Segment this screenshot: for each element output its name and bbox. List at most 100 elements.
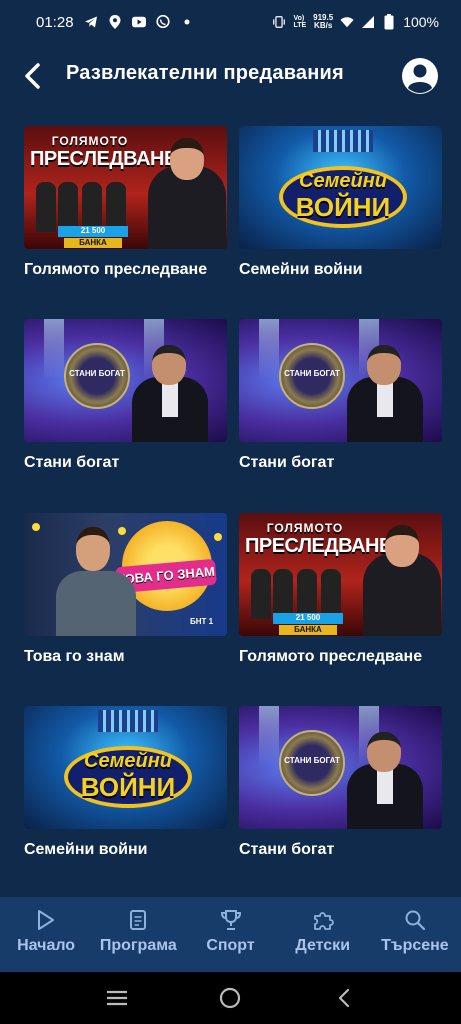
chevron-left-icon (339, 988, 350, 1008)
page-title: Развлекателни предавания (66, 62, 344, 84)
show-card[interactable]: СТАНИ БОГАТ Стани богат (24, 319, 227, 472)
show-title: Това го знам (24, 648, 125, 665)
location-icon (108, 15, 122, 29)
show-card[interactable]: Семейни ВОЙНИ Семейни войни (24, 706, 227, 859)
host-head (367, 732, 401, 772)
nav-item-search[interactable]: Търсене (369, 897, 461, 972)
logo-line-1: Семейни (84, 750, 172, 772)
stage-light (259, 319, 279, 379)
channel-logo: БНТ 1 (190, 617, 214, 626)
show-card[interactable]: ГОЛЯМОТО ПРЕСЛЕДВАНЕ 21 500 БАНКА Голямо… (239, 513, 442, 666)
score-board: 21 500 (58, 226, 128, 237)
system-back-button[interactable] (329, 983, 359, 1013)
decor-light (214, 533, 222, 541)
logo-line-1: Семейни (299, 170, 387, 192)
status-time: 01:28 (36, 13, 74, 31)
show-title: Семейни войни (239, 261, 363, 278)
viber-icon (155, 15, 170, 29)
bank-board: БАНКА (279, 625, 337, 635)
show-card[interactable]: Семейни ВОЙНИ Семейни войни (239, 126, 442, 279)
bottom-navigation: Начало Програма Спорт Детски Търсене (0, 897, 461, 972)
telegram-icon (84, 15, 98, 29)
show-card[interactable]: ТОВА ГО ЗНАМ БНТ 1 Това го знам (24, 513, 227, 666)
battery-percent: 100% (403, 14, 439, 30)
volte-indicator: Vo) LTE (293, 15, 307, 29)
search-icon (404, 909, 426, 931)
show-thumbnail: Семейни ВОЙНИ (239, 126, 442, 249)
show-logo: ГОЛЯМОТО ПРЕСЛЕДВАНЕ (245, 521, 392, 557)
menu-lines-icon (106, 990, 127, 1006)
back-arrow-icon (25, 63, 40, 89)
schedule-icon (127, 909, 149, 931)
show-thumbnail: ГОЛЯМОТО ПРЕСЛЕДВАНЕ 21 500 БАНКА (24, 126, 227, 249)
app-header: Развлекателни предавания (0, 44, 461, 108)
show-title: Стани богат (24, 454, 120, 471)
nav-label: Спорт (206, 937, 255, 954)
logo-line-2: ВОЙНИ (295, 192, 391, 222)
recent-apps-button[interactable] (102, 983, 132, 1013)
host-head (367, 345, 401, 385)
show-title: Семейни войни (24, 841, 148, 858)
decor-light (32, 523, 40, 531)
show-title: Стани богат (239, 454, 335, 471)
stage-light (44, 319, 64, 379)
show-title: Голямото преследване (239, 648, 423, 665)
play-icon (35, 909, 57, 931)
contestant-figure (82, 182, 102, 232)
profile-button[interactable] (402, 58, 438, 94)
nav-item-home[interactable]: Начало (0, 897, 92, 972)
nav-item-sport[interactable]: Спорт (184, 897, 276, 972)
nav-item-schedule[interactable]: Програма (92, 897, 184, 972)
show-thumbnail: ТОВА ГО ЗНАМ БНТ 1 (24, 513, 227, 636)
decor-light (118, 527, 126, 535)
vibrate-icon (272, 15, 286, 29)
show-card[interactable]: СТАНИ БОГАТ Стани богат (239, 319, 442, 472)
contestant-figure (58, 182, 78, 232)
puzzle-icon (312, 909, 334, 931)
show-thumbnail: Семейни ВОЙНИ (24, 706, 227, 829)
battery-icon (382, 14, 396, 30)
emblem-text: СТАНИ БОГАТ (69, 369, 125, 378)
show-card[interactable]: ГОЛЯМОТО ПРЕСЛЕДВАНЕ 21 500 БАНКА Голямо… (24, 126, 227, 279)
youtube-icon (131, 15, 146, 29)
nav-label: Програма (99, 937, 177, 954)
trophy-icon (220, 909, 242, 931)
show-title: Голямото преследване (24, 261, 208, 278)
host-head (385, 525, 419, 567)
show-thumbnail: СТАНИ БОГАТ (239, 706, 442, 829)
show-thumbnail: СТАНИ БОГАТ (24, 319, 227, 442)
user-avatar-icon (408, 64, 432, 93)
status-bar: 01:28 Vo) LTE 919.5 KB/s 100% (0, 0, 461, 44)
notification-dot-icon (180, 15, 194, 29)
back-button[interactable] (18, 61, 48, 91)
emblem-text: СТАНИ БОГАТ (284, 369, 340, 378)
nav-item-kids[interactable]: Детски (277, 897, 369, 972)
show-thumbnail: ГОЛЯМОТО ПРЕСЛЕДВАНЕ 21 500 БАНКА (239, 513, 442, 636)
contestant-figure (273, 569, 293, 619)
signal-icon (361, 15, 375, 29)
host-figure (56, 571, 136, 636)
show-title: Стани богат (239, 841, 335, 858)
contestant-figure (321, 569, 341, 619)
emblem-text: СТАНИ БОГАТ (284, 756, 340, 765)
stage-screen (98, 710, 158, 732)
contestant-figure (297, 569, 317, 619)
network-speed: 919.5 KB/s (313, 13, 334, 30)
nav-label: Детски (295, 937, 351, 954)
stage-screen (313, 130, 373, 152)
logo-line-2: ВОЙНИ (80, 772, 176, 802)
host-head (170, 138, 204, 180)
show-logo: ГОЛЯМОТО ПРЕСЛЕДВАНЕ (30, 134, 177, 170)
contestant-figure (106, 182, 126, 232)
host-head (76, 527, 110, 571)
host-head (152, 345, 186, 385)
show-thumbnail: СТАНИ БОГАТ (239, 319, 442, 442)
contestant-figure (36, 182, 56, 232)
nav-label: Търсене (381, 937, 449, 954)
show-card[interactable]: СТАНИ БОГАТ Стани богат (239, 706, 442, 859)
home-button[interactable] (215, 983, 245, 1013)
nav-label: Начало (17, 937, 76, 954)
bank-board: БАНКА (64, 238, 122, 248)
home-circle-icon (220, 987, 241, 1009)
stage-light (259, 706, 279, 766)
